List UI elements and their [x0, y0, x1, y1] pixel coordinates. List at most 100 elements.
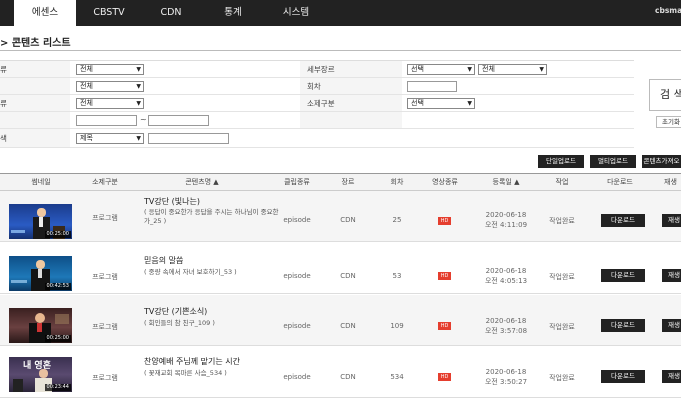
row-title[interactable]: TV강단 (기쁜소식) — [144, 306, 207, 317]
row-status: 작업완료 — [549, 273, 575, 281]
row-date: 2020-06-18 — [485, 211, 527, 219]
col-title[interactable]: 콘텐츠명 ▲ — [140, 174, 264, 191]
page-title: > 콘텐츠 리스트 — [0, 38, 71, 49]
row-genre: CDN — [340, 322, 356, 330]
chevron-down-icon: ▼ — [136, 66, 141, 73]
row-date: 2020-06-18 — [485, 317, 527, 325]
nav-tab-cdn[interactable]: CDN — [143, 0, 199, 26]
row-genre: CDN — [340, 373, 356, 381]
row-status: 작업완료 — [549, 217, 575, 225]
date-from-input[interactable] — [76, 115, 137, 126]
row-title[interactable]: 찬양예배 주님께 맡기는 시간 — [144, 356, 240, 367]
row-subtitle: ( 회인들의 참 친구_109 ) — [144, 319, 215, 327]
play-button[interactable]: 재생 — [662, 269, 681, 282]
download-button[interactable]: 다운로드 — [601, 319, 645, 332]
top-nav: 에센스 CBSTV CDN 통계 시스템 cbsmast — [0, 0, 681, 26]
date-to-input[interactable] — [148, 115, 209, 126]
thumbnail-image[interactable]: 00:25:00 — [9, 204, 72, 239]
thumbnail-image[interactable]: 00:42:53 — [9, 256, 72, 291]
search-button[interactable]: 검 색 — [649, 79, 681, 111]
episode-input[interactable] — [407, 81, 457, 92]
table-header: 썸네일 소제구분 콘텐츠명 ▲ 클립종류 장르 회차 영상종류 등록일 ▲ 작업… — [0, 173, 681, 191]
subgenre-select-2[interactable]: 전체 ▼ — [478, 64, 547, 75]
row-status: 작업완료 — [549, 323, 575, 331]
single-upload-button[interactable]: 단일업로드 — [538, 155, 584, 168]
multi-upload-button[interactable]: 멀티업로드 — [590, 155, 636, 168]
filter-row-1: 류 전체 ▼ 세부장르 선택 ▼ 전체 ▼ — [0, 61, 634, 78]
download-button[interactable]: 다운로드 — [601, 269, 645, 282]
import-content-button[interactable]: 콘텐츠가져오 — [642, 155, 681, 168]
filter-row-5: 색 제목 ▼ — [0, 129, 634, 148]
filter-kind-select[interactable]: 전체 ▼ — [76, 98, 144, 109]
filter-select-2[interactable]: 전체 ▼ — [76, 81, 144, 92]
row-time: 오전 4:05:13 — [484, 277, 528, 285]
row-category: 프로그램 — [92, 273, 118, 281]
play-button[interactable]: 재생 — [662, 319, 681, 332]
thumbnail-image[interactable]: 00:25:00 — [9, 308, 72, 343]
row-category: 프로그램 — [92, 214, 118, 222]
row-title[interactable]: TV강단 (빛나는) — [144, 196, 200, 207]
filter-label-kind: 류 — [0, 99, 7, 108]
row-clip: episode — [283, 322, 311, 330]
hd-badge: HD — [438, 217, 451, 225]
thumbnail-overlay-text: 내 영혼 — [23, 361, 51, 371]
row-episode: 53 — [392, 272, 402, 280]
category-select[interactable]: 선택 ▼ — [407, 98, 475, 109]
subgenre-select-1[interactable]: 선택 ▼ — [407, 64, 475, 75]
table-row[interactable]: 00:25:00 프로그램 TV강단 (빛나는) ( 응답이 중요한가 응답을 … — [0, 191, 681, 242]
row-status: 작업완료 — [549, 374, 575, 382]
col-clip: 클립종류 — [284, 178, 310, 186]
chevron-down-icon: ▼ — [136, 135, 141, 142]
filter-row-2: 전체 ▼ 회차 — [0, 78, 634, 95]
reset-button[interactable]: 초기화 — [656, 116, 681, 128]
hd-badge: HD — [438, 373, 451, 381]
row-time: 오전 3:57:08 — [484, 327, 528, 335]
row-clip: episode — [283, 272, 311, 280]
row-category: 프로그램 — [92, 323, 118, 331]
row-time: 오전 4:11:09 — [484, 221, 528, 229]
col-video-type: 영상종류 — [432, 178, 458, 186]
row-category: 프로그램 — [92, 374, 118, 382]
hd-badge: HD — [438, 272, 451, 280]
row-date: 2020-06-18 — [485, 368, 527, 376]
hd-badge: HD — [438, 322, 451, 330]
col-download: 다운로드 — [607, 178, 633, 186]
search-keyword-input[interactable] — [148, 133, 229, 144]
col-status: 작업 — [555, 178, 569, 186]
play-button[interactable]: 재생 — [662, 370, 681, 383]
chevron-down-icon: ▼ — [467, 66, 472, 73]
duration-label: 00:25:00 — [44, 335, 71, 342]
duration-label: 00:25:00 — [44, 231, 71, 238]
search-field-select[interactable]: 제목 ▼ — [76, 133, 144, 144]
nav-tab-system[interactable]: 시스템 — [267, 0, 325, 26]
nav-tab-cbstv[interactable]: CBSTV — [80, 0, 138, 26]
filter-type-select[interactable]: 전체 ▼ — [76, 64, 144, 75]
col-date[interactable]: 등록일 ▲ — [476, 174, 536, 191]
row-title[interactable]: 믿음의 말씀 — [144, 255, 183, 266]
filter-label-episode: 회차 — [307, 82, 321, 91]
filter-label-subgenre: 세부장르 — [307, 65, 335, 74]
row-subtitle: ( 중량 속에서 자녀 보호하기_53 ) — [144, 268, 237, 276]
nav-tab-essence[interactable]: 에센스 — [14, 0, 76, 26]
play-button[interactable]: 재생 — [662, 214, 681, 227]
filter-label-type: 류 — [0, 65, 7, 74]
chevron-down-icon: ▼ — [136, 100, 141, 107]
nav-tab-stats[interactable]: 통계 — [205, 0, 261, 26]
row-date: 2020-06-18 — [485, 267, 527, 275]
filter-row-3: 류 전체 ▼ 소제구분 선택 ▼ — [0, 95, 634, 112]
row-clip: episode — [283, 216, 311, 224]
row-episode: 25 — [392, 216, 402, 224]
col-play: 재생 — [664, 178, 677, 186]
table-row[interactable]: 00:42:53 프로그램 믿음의 말씀 ( 중량 속에서 자녀 보호하기_53… — [0, 243, 681, 294]
row-episode: 534 — [390, 373, 404, 381]
user-name[interactable]: cbsmast — [655, 0, 681, 26]
download-button[interactable]: 다운로드 — [601, 214, 645, 227]
download-button[interactable]: 다운로드 — [601, 370, 645, 383]
col-genre: 장르 — [341, 178, 355, 186]
thumbnail-image[interactable]: 내 영혼 00:23:44 — [9, 357, 72, 392]
row-subtitle: ( 응답이 중요한가 응답을 주시는 하나님이 중요한가_25 ) — [144, 208, 279, 225]
table-row[interactable]: 00:25:00 프로그램 TV강단 (기쁜소식) ( 회인들의 참 친구_10… — [0, 295, 681, 346]
table-row[interactable]: 내 영혼 00:23:44 프로그램 찬양예배 주님께 맡기는 시간 ( 꽃재교… — [0, 347, 681, 398]
filter-label-category: 소제구분 — [307, 99, 335, 108]
row-genre: CDN — [340, 272, 356, 280]
